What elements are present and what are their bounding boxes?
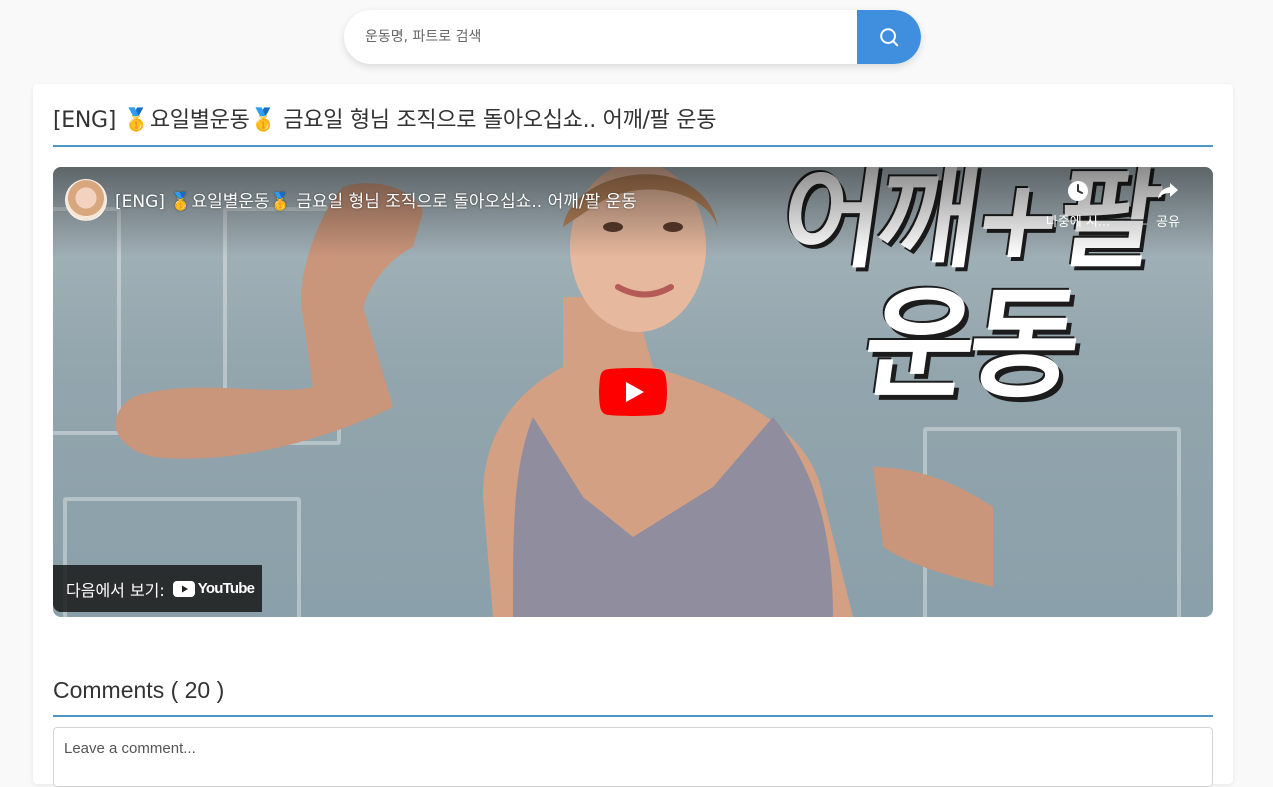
watch-later-button[interactable]: 나중에 시... [1038, 179, 1118, 230]
youtube-logo: YouTube [172, 580, 255, 597]
search-button[interactable] [857, 10, 921, 64]
video-player[interactable]: 어깨+팔 운동 [ENG] 🥇요일별운동🥇 금요일 형님 조직으로 돌아오십쇼.… [53, 167, 1213, 617]
channel-avatar[interactable] [65, 179, 107, 221]
clock-icon [1068, 181, 1088, 201]
thumbnail-text-line2: 운동 [855, 276, 1084, 415]
watch-on-youtube-button[interactable]: 다음에서 보기: YouTube [53, 565, 262, 612]
search-input[interactable] [344, 10, 857, 64]
share-icon [1158, 183, 1178, 199]
player-video-title[interactable]: [ENG] 🥇요일별운동🥇 금요일 형님 조직으로 돌아오십쇼.. 어깨/팔 운… [115, 187, 637, 212]
search-icon [880, 28, 899, 47]
watch-on-label: 다음에서 보기: [66, 580, 165, 600]
search-bar [344, 10, 921, 64]
page-title: [ENG] 🥇요일별운동🥇 금요일 형님 조직으로 돌아오십쇼.. 어깨/팔 운… [53, 108, 717, 133]
play-button[interactable] [599, 368, 667, 416]
comments-heading: Comments ( 20 ) [53, 677, 225, 703]
comment-input[interactable] [53, 727, 1213, 787]
play-icon [599, 368, 667, 416]
youtube-wordmark: YouTube [197, 580, 255, 597]
share-button[interactable]: 공유 [1143, 179, 1193, 230]
youtube-play-icon [172, 580, 195, 597]
video-card: [ENG] 🥇요일별운동🥇 금요일 형님 조직으로 돌아오십쇼.. 어깨/팔 운… [33, 84, 1233, 787]
comments-divider [53, 715, 1213, 717]
title-divider [53, 145, 1213, 147]
share-label: 공유 [1156, 215, 1180, 230]
watch-later-label: 나중에 시... [1045, 215, 1111, 230]
